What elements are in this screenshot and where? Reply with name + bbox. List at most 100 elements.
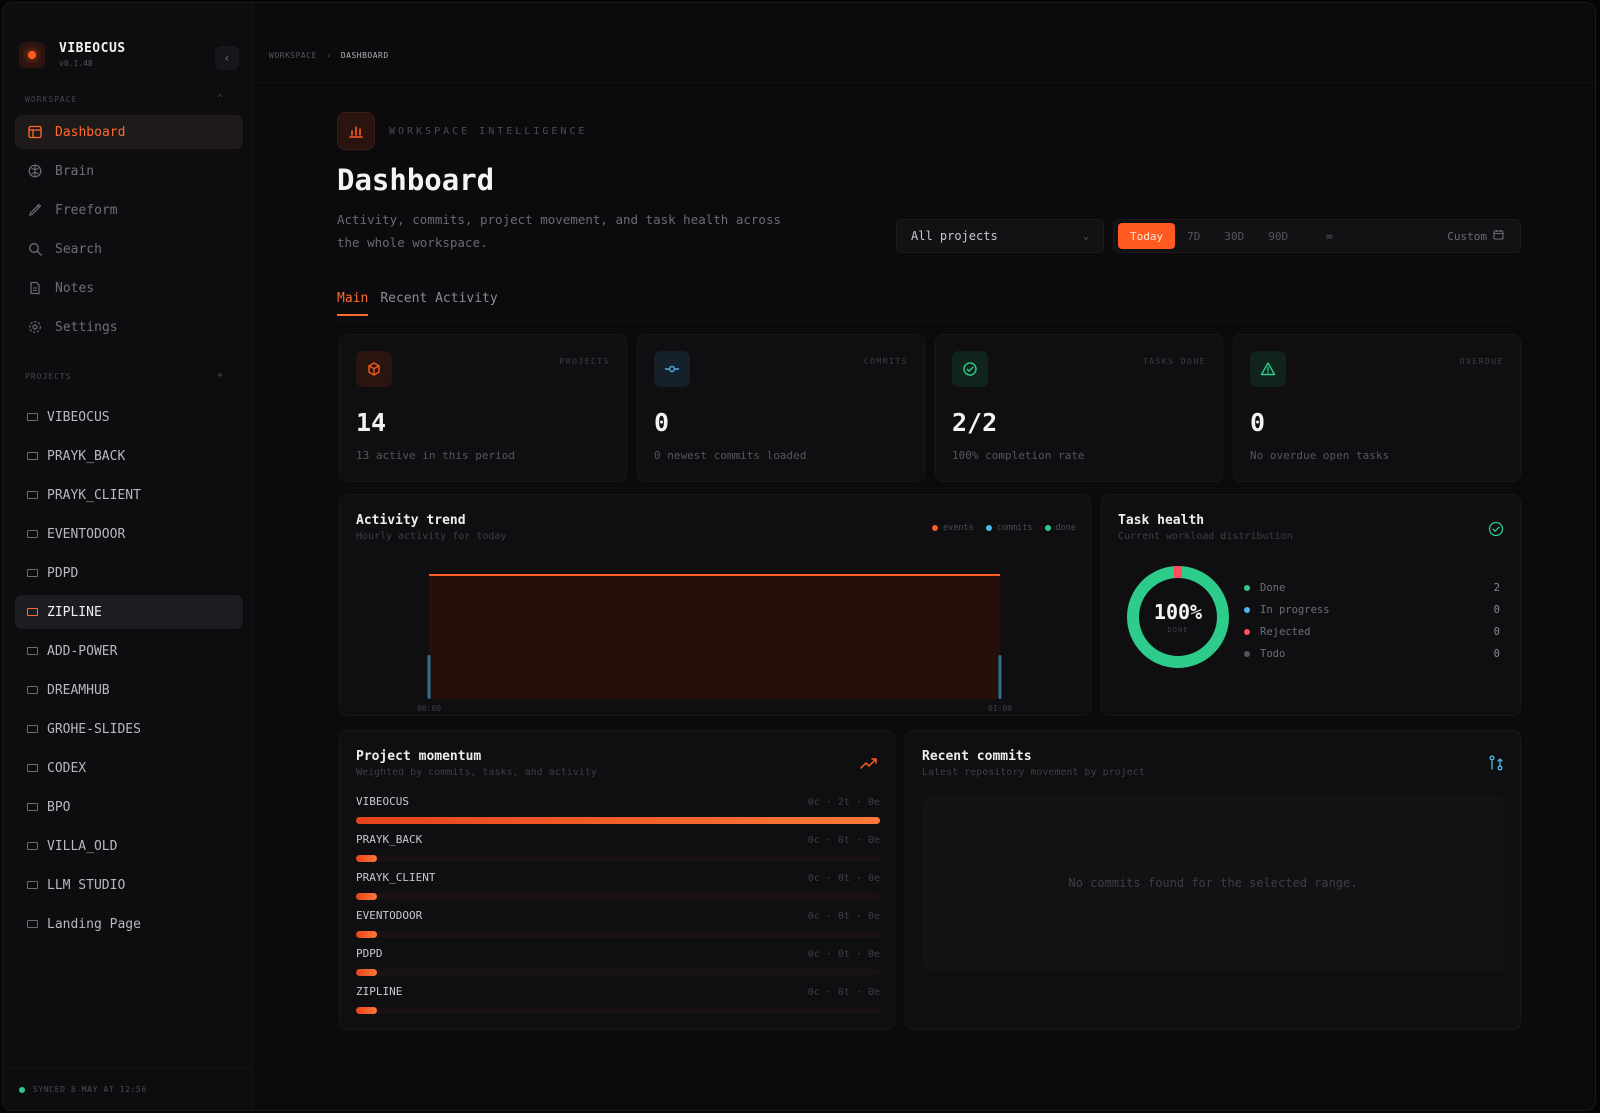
top-bar <box>253 3 1595 83</box>
commits-title: Recent commits <box>922 749 1032 764</box>
momentum-stats: 0c · 0t · 0e <box>807 835 880 846</box>
folder-icon <box>27 569 38 577</box>
range-option[interactable]: ∞ <box>1314 223 1345 249</box>
project-item[interactable]: ZIPLINE <box>15 595 243 629</box>
project-select[interactable]: All projects ⌄ <box>896 219 1104 253</box>
project-item[interactable]: VILLA_OLD <box>15 829 243 863</box>
project-item[interactable]: BPO <box>15 790 243 824</box>
add-project-icon[interactable]: + <box>217 370 223 381</box>
stat-card-projects[interactable]: PROJECTS 14 13 active in this period <box>339 334 627 482</box>
page-subtitle: Activity, commits, project movement, and… <box>337 212 782 250</box>
stat-card-tasks-done[interactable]: TASKS DONE 2/2 100% completion rate <box>935 334 1223 482</box>
tab-main[interactable]: Main <box>337 291 369 316</box>
momentum-stats: 0c · 0t · 0e <box>807 987 880 998</box>
sidebar-item-settings[interactable]: Settings <box>15 310 243 344</box>
momentum-bar-fill <box>356 1007 377 1014</box>
momentum-row[interactable]: PRAYK_CLIENT 0c · 0t · 0e <box>356 869 880 907</box>
momentum-row[interactable]: PRAYK_BACK 0c · 0t · 0e <box>356 831 880 869</box>
sidebar-item-brain[interactable]: Brain <box>15 154 243 188</box>
folder-icon <box>27 764 38 772</box>
sidebar-item-label: Settings <box>55 319 118 335</box>
breadcrumb: WORKSPACE › DASHBOARD <box>269 51 389 60</box>
sidebar-item-notes[interactable]: Notes <box>15 271 243 305</box>
range-option[interactable]: 7D <box>1175 223 1212 249</box>
project-item[interactable]: ADD-POWER <box>15 634 243 668</box>
momentum-bar-track <box>356 1007 880 1014</box>
stat-card-overdue[interactable]: OVERDUE 0 No overdue open tasks <box>1233 334 1521 482</box>
activity-chart[interactable]: 00:00 01:00 <box>340 495 1092 717</box>
gear-icon <box>27 319 43 335</box>
project-item[interactable]: LLM STUDIO <box>15 868 243 902</box>
stat-value: 0 <box>1250 408 1266 437</box>
folder-icon <box>27 881 38 889</box>
sidebar-item-label: Search <box>55 241 102 257</box>
dashboard-icon <box>27 124 43 140</box>
range-option[interactable]: Today <box>1118 223 1176 249</box>
project-item[interactable]: PRAYK_CLIENT <box>15 478 243 512</box>
folder-icon <box>27 725 38 733</box>
project-item[interactable]: GROHE-SLIDES <box>15 712 243 746</box>
app-version: v0.1.48 <box>59 59 93 68</box>
cube-icon <box>356 351 392 387</box>
folder-icon <box>27 530 38 538</box>
sidebar-item-label: Notes <box>55 280 95 296</box>
page-title: Dashboard <box>337 163 495 197</box>
momentum-row[interactable]: VIBEOCUS 0c · 2t · 0e <box>356 793 880 831</box>
range-option[interactable]: 90D <box>1256 223 1300 249</box>
project-item[interactable]: CODEX <box>15 751 243 785</box>
momentum-row[interactable]: EVENTODOOR 0c · 0t · 0e <box>356 907 880 945</box>
check-circle-icon <box>952 351 988 387</box>
note-icon <box>27 280 43 296</box>
custom-range-button[interactable]: Custom <box>1447 229 1516 243</box>
momentum-bar-fill <box>356 969 377 976</box>
momentum-row[interactable]: ZIPLINE 0c · 0t · 0e <box>356 983 880 1021</box>
sidebar: VIBEOCUS v0.1.48 ‹ WORKSPACE ⌃ Dashboard… <box>3 3 253 1110</box>
breadcrumb-separator: › <box>326 51 332 60</box>
project-item[interactable]: PDPD <box>15 556 243 590</box>
stat-value: 0 <box>654 408 670 437</box>
project-select-value: All projects <box>911 229 998 243</box>
collapse-workspace-icon[interactable]: ⌃ <box>217 93 223 104</box>
sync-status-dot-icon <box>19 1086 25 1093</box>
momentum-project-name: EVENTODOOR <box>356 909 423 922</box>
breadcrumb-root[interactable]: WORKSPACE <box>269 51 317 60</box>
stat-card-commits[interactable]: COMMITS 0 0 newest commits loaded <box>637 334 925 482</box>
brand[interactable]: VIBEOCUS v0.1.48 <box>19 41 126 68</box>
commits-empty-state: No commits found for the selected range. <box>922 795 1504 971</box>
project-label: BPO <box>47 799 71 815</box>
project-item[interactable]: DREAMHUB <box>15 673 243 707</box>
project-label: PDPD <box>47 565 79 581</box>
momentum-project-name: PRAYK_CLIENT <box>356 871 436 884</box>
momentum-project-name: PDPD <box>356 947 383 960</box>
momentum-bar-track <box>356 893 880 900</box>
warning-icon <box>1250 351 1286 387</box>
project-item[interactable]: PRAYK_BACK <box>15 439 243 473</box>
sync-text: SYNCED 8 MAY AT 12:56 <box>33 1085 147 1094</box>
folder-icon <box>27 608 38 616</box>
workspace-section-label: WORKSPACE <box>25 95 78 104</box>
page-eyebrow: WORKSPACE INTELLIGENCE <box>389 126 588 137</box>
momentum-bar-fill <box>356 817 880 824</box>
project-label: GROHE-SLIDES <box>47 721 141 737</box>
momentum-project-name: PRAYK_BACK <box>356 833 423 846</box>
task-health-row: In progress 0 <box>1244 599 1500 621</box>
project-item[interactable]: VIBEOCUS <box>15 400 243 434</box>
project-item[interactable]: Landing Page <box>15 907 243 941</box>
project-label: VILLA_OLD <box>47 838 118 854</box>
status-dot <box>1244 585 1250 591</box>
workspace-nav: Dashboard Brain Freeform Search Notes Setting… <box>15 115 243 349</box>
sidebar-item-dashboard[interactable]: Dashboard <box>15 115 243 149</box>
projects-section-label: PROJECTS <box>25 372 72 381</box>
momentum-bar-track <box>356 855 880 862</box>
momentum-row[interactable]: PDPD 0c · 0t · 0e <box>356 945 880 983</box>
folder-icon <box>27 920 38 928</box>
sidebar-item-freeform[interactable]: Freeform <box>15 193 243 227</box>
commit-icon <box>654 351 690 387</box>
range-option[interactable]: 30D <box>1212 223 1256 249</box>
project-item[interactable]: EVENTODOOR <box>15 517 243 551</box>
collapse-sidebar-button[interactable]: ‹ <box>215 46 239 70</box>
momentum-stats: 0c · 2t · 0e <box>807 797 880 808</box>
tab-recent-activity[interactable]: Recent Activity <box>380 291 497 316</box>
git-compare-icon <box>1488 755 1504 775</box>
sidebar-item-search[interactable]: Search <box>15 232 243 266</box>
